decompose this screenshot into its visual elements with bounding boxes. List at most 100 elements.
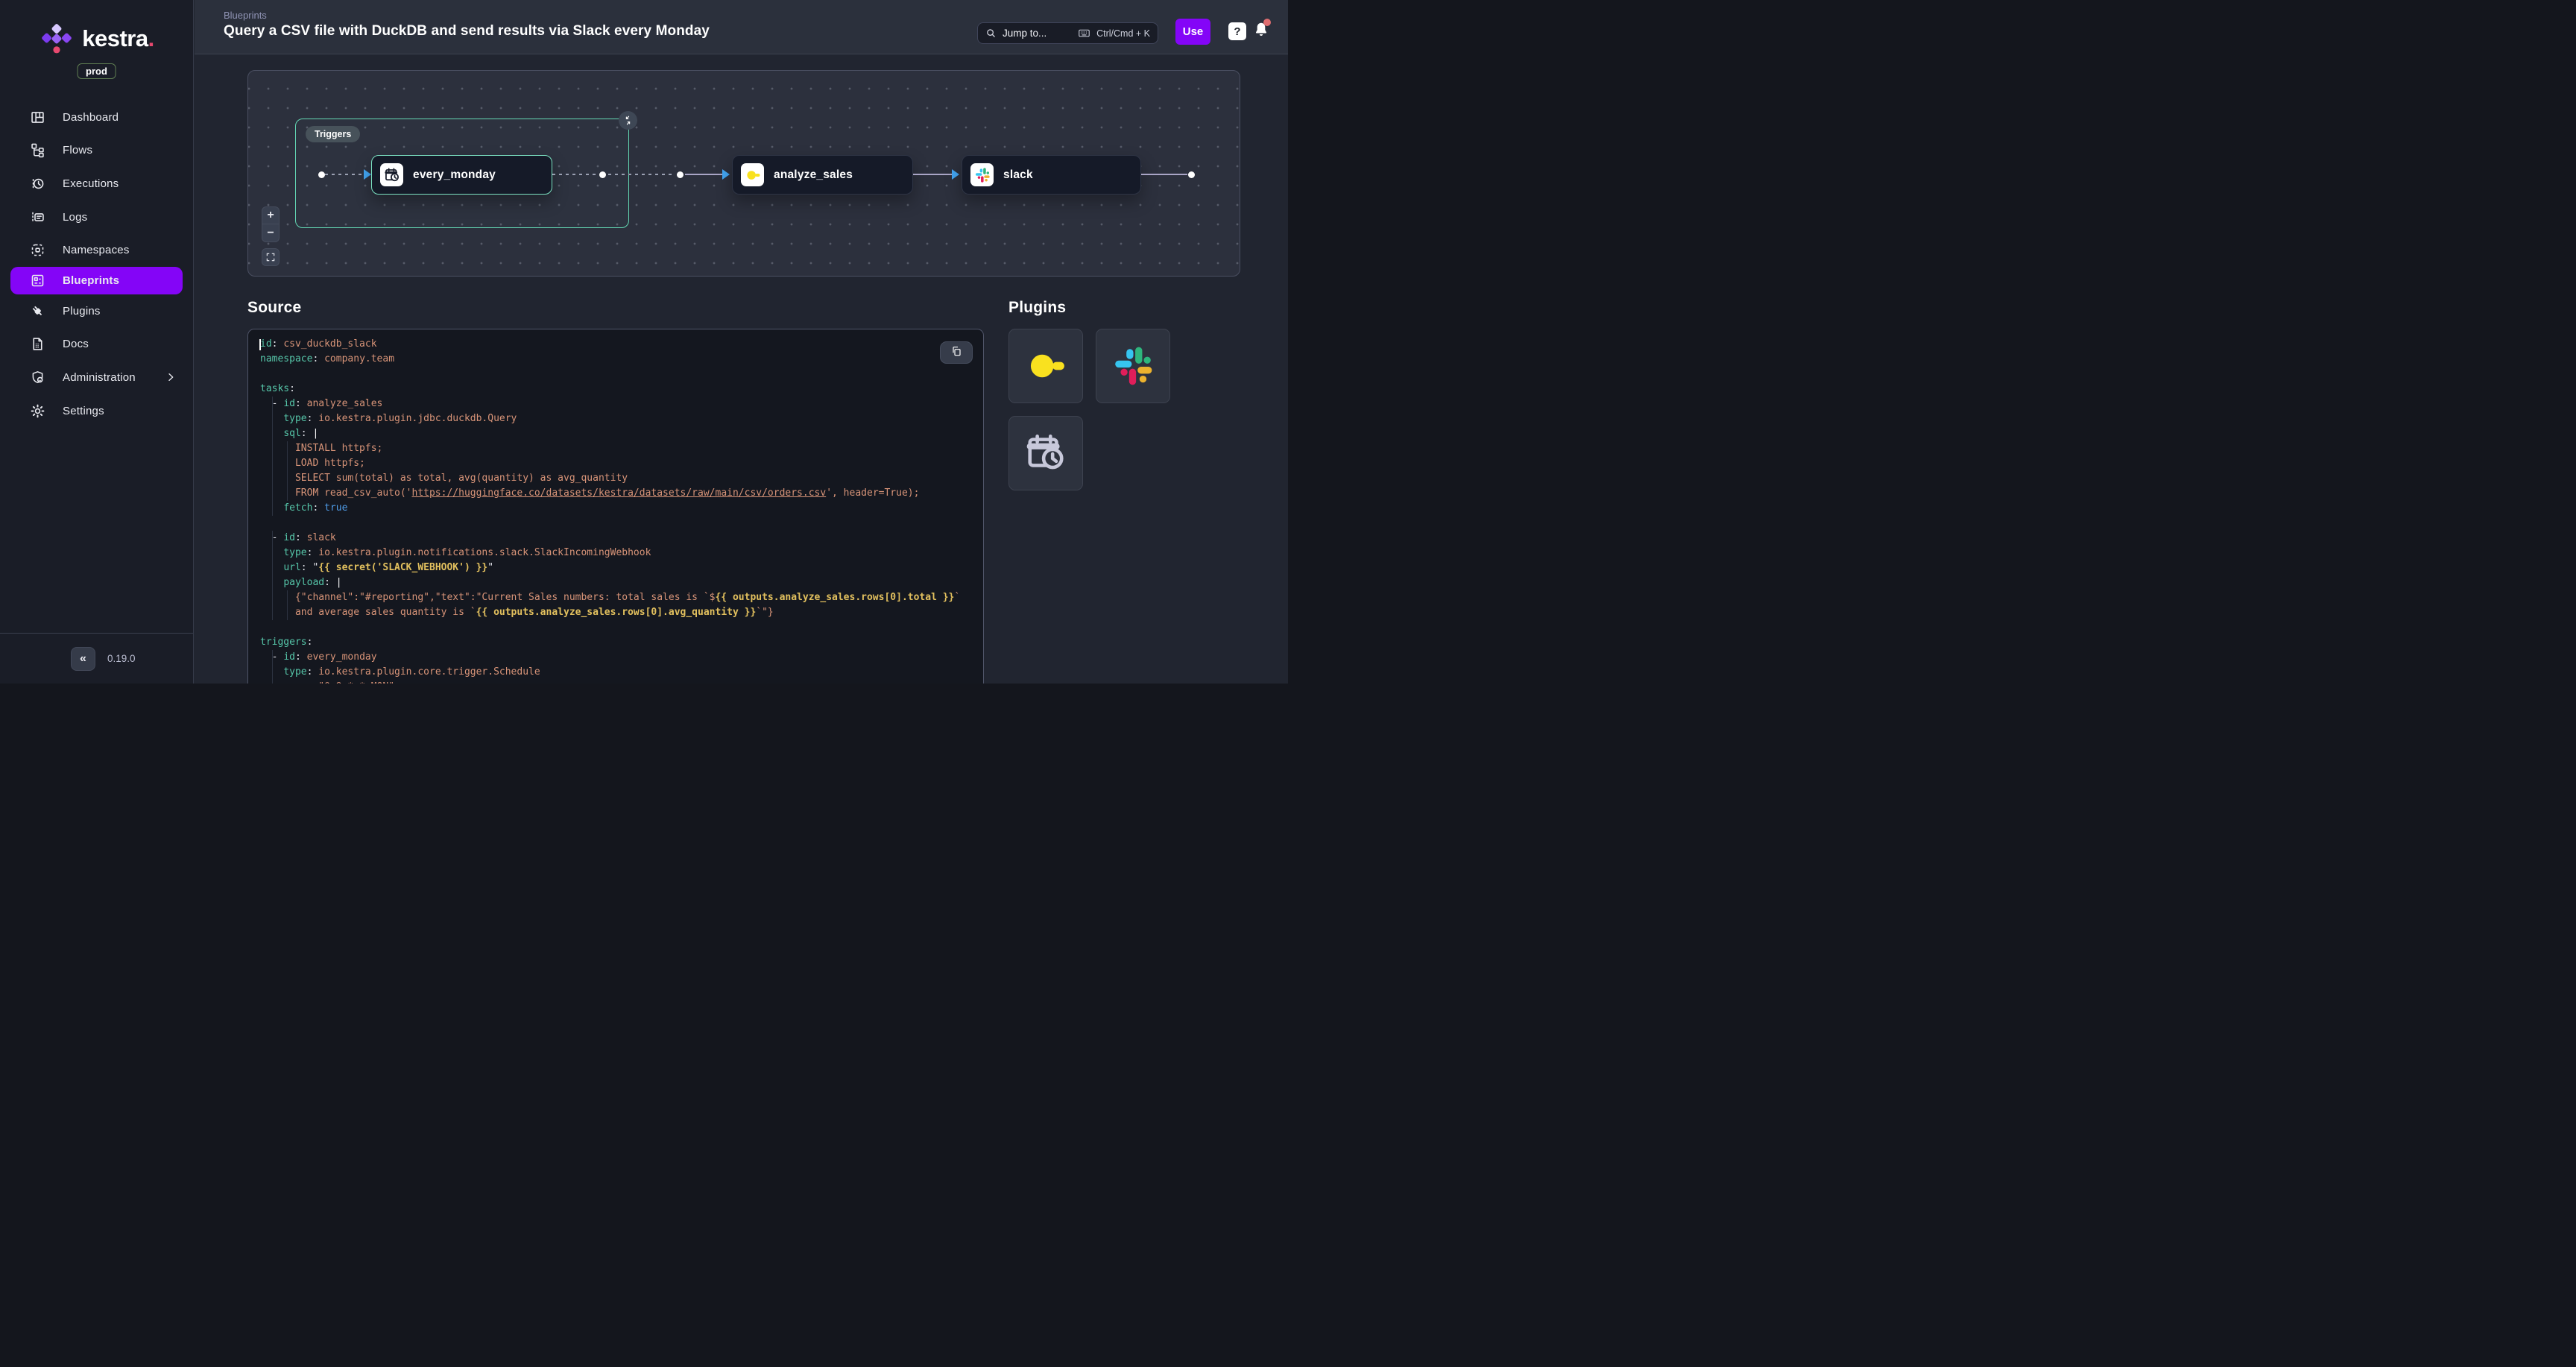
- edge-solid: [685, 174, 722, 175]
- code-line: - id: slack: [260, 531, 971, 546]
- brand-wordmark: kestra.: [82, 25, 154, 52]
- page-title: Query a CSV file with DuckDB and send re…: [224, 23, 710, 40]
- code-line: SELECT sum(total) as total, avg(quantity…: [260, 471, 971, 486]
- node-slack[interactable]: slack: [962, 155, 1141, 195]
- plugin-card-slack[interactable]: [1096, 329, 1170, 403]
- sidebar-item-logs[interactable]: Logs: [0, 201, 193, 234]
- code-line: INSTALL httpfs;: [260, 441, 971, 456]
- kestra-logo-icon: [39, 22, 75, 55]
- edge-dot: [677, 171, 684, 178]
- code-line: tasks:: [260, 382, 971, 397]
- search-shortcut: Ctrl/Cmd + K: [1096, 28, 1150, 39]
- sidebar: kestra. prod Dashboard Flows Executions Log…: [0, 0, 194, 684]
- copy-icon: [950, 345, 962, 361]
- sidebar-item-label: Namespaces: [63, 244, 130, 256]
- indent-guide: [272, 397, 273, 516]
- source-heading: Source: [247, 299, 301, 317]
- sidebar-item-settings[interactable]: Settings: [0, 394, 193, 428]
- help-button[interactable]: ?: [1228, 22, 1246, 40]
- logs-icon: [30, 209, 45, 225]
- code-line: [260, 620, 971, 635]
- sidebar-item-label: Executions: [63, 177, 119, 190]
- code-line: - id: every_monday: [260, 650, 971, 665]
- sidebar-item-label: Blueprints: [63, 274, 119, 287]
- code-lines: id: csv_duckdb_slacknamespace: company.t…: [248, 329, 983, 684]
- app-version: 0.19.0: [107, 653, 136, 664]
- code-line: cron: "0 9 * * MON": [260, 680, 971, 684]
- dashboard-icon: [30, 110, 45, 125]
- breadcrumb[interactable]: Blueprints: [224, 10, 267, 21]
- code-line: sql: |: [260, 426, 971, 441]
- code-line: fetch: true: [260, 501, 971, 516]
- sidebar-item-docs[interactable]: Docs: [0, 328, 193, 362]
- schedule-icon: [380, 163, 403, 186]
- edge-arrowhead-icon: [952, 169, 959, 180]
- plugin-card-duckdb[interactable]: [1008, 329, 1083, 403]
- code-line: triggers:: [260, 635, 971, 650]
- chevron-right-icon: [165, 371, 177, 383]
- node-label: slack: [1003, 168, 1033, 182]
- sidebar-footer: « 0.19.0: [0, 633, 193, 684]
- indent-guide: [272, 531, 273, 620]
- sidebar-item-administration[interactable]: Administration: [0, 361, 193, 394]
- code-line: namespace: company.team: [260, 352, 971, 367]
- sidebar-item-executions[interactable]: Executions: [0, 167, 193, 201]
- edge-dashed: [552, 174, 599, 175]
- slack-icon: [1111, 344, 1155, 388]
- sidebar-item-dashboard[interactable]: Dashboard: [0, 101, 193, 134]
- edge-solid: [913, 174, 952, 175]
- edge-dot: [599, 171, 606, 178]
- sidebar-item-plugins[interactable]: Plugins: [0, 294, 193, 328]
- indent-guide: [287, 441, 288, 501]
- blueprints-icon: [30, 273, 45, 288]
- sidebar-item-label: Flows: [63, 144, 92, 157]
- sidebar-item-label: Settings: [63, 405, 104, 417]
- edge-arrowhead-icon: [364, 169, 371, 180]
- node-every-monday[interactable]: every_monday: [371, 155, 552, 195]
- code-line: id: csv_duckdb_slack: [260, 337, 971, 352]
- node-label: analyze_sales: [774, 168, 853, 182]
- sidebar-item-namespaces[interactable]: Namespaces: [0, 233, 193, 267]
- sidebar-item-label: Docs: [63, 338, 89, 350]
- zoom-in-button[interactable]: +: [262, 206, 280, 224]
- administration-icon: [30, 370, 45, 385]
- sidebar-item-flows[interactable]: Flows: [0, 134, 193, 168]
- search-icon: [985, 28, 997, 39]
- indent-guide: [287, 590, 288, 620]
- kestra-app: kestra. prod Dashboard Flows Executions Log…: [0, 0, 1288, 684]
- edge-end-dot: [1188, 171, 1195, 178]
- copy-button[interactable]: [940, 341, 973, 364]
- node-analyze-sales[interactable]: analyze_sales: [732, 155, 913, 195]
- notification-dot: [1263, 19, 1271, 26]
- topology-canvas[interactable]: Triggers every_monday analyze_sales slac…: [247, 70, 1240, 277]
- schedule-icon: [1024, 432, 1067, 475]
- sidebar-item-blueprints[interactable]: Blueprints: [10, 267, 183, 294]
- search-input[interactable]: Jump to... Ctrl/Cmd + K: [977, 22, 1158, 44]
- node-label: every_monday: [413, 168, 496, 182]
- collapse-cluster-button[interactable]: [619, 111, 637, 130]
- plugin-card-schedule[interactable]: [1008, 416, 1083, 490]
- environment-badge: prod: [77, 63, 116, 79]
- notifications-bell-icon[interactable]: [1252, 20, 1270, 40]
- kestra-logo[interactable]: kestra.: [0, 22, 193, 55]
- search-placeholder: Jump to...: [1003, 28, 1072, 39]
- code-line: LOAD httpfs;: [260, 456, 971, 471]
- code-line: [260, 516, 971, 531]
- fullscreen-button[interactable]: [262, 248, 280, 266]
- keyboard-icon: [1078, 27, 1090, 40]
- code-line: payload: |: [260, 575, 971, 590]
- namespaces-icon: [30, 242, 45, 258]
- sidebar-item-label: Logs: [63, 211, 87, 224]
- plugins-heading: Plugins: [1008, 299, 1066, 317]
- flows-icon: [30, 142, 45, 158]
- sidebar-collapse-button[interactable]: «: [71, 647, 95, 671]
- code-line: {"channel":"#reporting","text":"Current …: [260, 590, 971, 605]
- source-code-editor[interactable]: id: csv_duckdb_slacknamespace: company.t…: [247, 329, 984, 684]
- zoom-out-button[interactable]: −: [262, 224, 280, 242]
- code-line: type: io.kestra.plugin.jdbc.duckdb.Query: [260, 411, 971, 426]
- code-line: - id: analyze_sales: [260, 397, 971, 411]
- sidebar-item-label: Plugins: [63, 305, 101, 318]
- sidebar-item-label: Administration: [63, 371, 136, 384]
- use-button[interactable]: Use: [1175, 19, 1210, 45]
- edge-solid: [1141, 174, 1187, 175]
